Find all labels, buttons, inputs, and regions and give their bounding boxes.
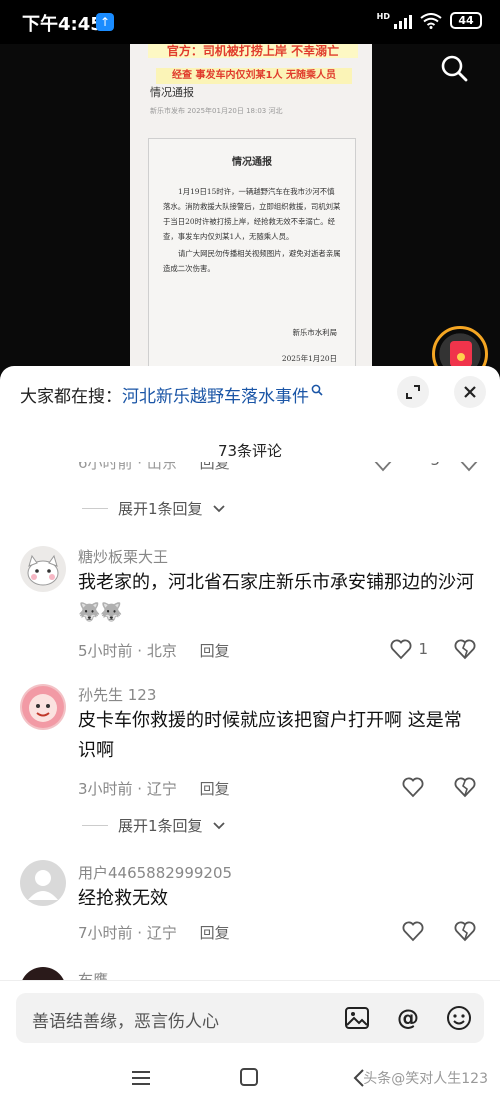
comment-text: 皮卡车你救援的时候就应该把窗户打开啊 这是常识啊 [78,710,462,761]
like-button[interactable]: 1 [390,638,428,660]
system-nav-bar: 头条@笑对人生123 [0,1060,500,1096]
comment-meta: 7小时前 · 辽宁 回复 [78,922,230,943]
comment-meta: 5小时前 · 北京 回复 [78,640,230,661]
doc-headline: 官方：司机被打捞上岸 不幸溺亡 [148,44,358,58]
status-time: 下午4:45 [22,14,103,35]
svg-text:@: @ [397,1006,419,1031]
status-indicators: HD 44 [377,12,482,29]
comment-time-location: 3小时前 · 辽宁 [78,780,177,798]
broken-heart-icon [454,777,476,798]
comment-meta: 6小时前 · 山东 回复 5 [78,462,480,476]
comment-meta: 3小时前 · 辽宁 回复 [78,778,230,799]
search-icon[interactable] [440,54,468,82]
comment-count: 73条评论 [217,442,283,460]
expand-replies-label: 展开1条回复 [118,817,203,835]
home-icon[interactable] [240,1068,258,1086]
broken-heart-icon [454,639,476,660]
expand-replies-button[interactable]: 展开1条回复 [82,815,225,836]
doc-card-title: 情况通报 [232,157,272,168]
comment-username[interactable]: 糖炒板栗大王 [78,546,168,567]
close-button[interactable] [454,376,486,408]
doc-date: 2025年1月20日 [281,354,337,363]
comment-username[interactable]: 用户4465882999205 [78,862,232,883]
chevron-down-icon [212,504,225,512]
heart-icon [402,777,424,798]
dislike-button[interactable] [454,920,476,942]
video-frame-document: 官方：司机被打捞上岸 不幸溺亡 经查 事发车内仅刘某1人 无随乘人员 情况通报 … [130,44,372,374]
search-icon [311,384,323,396]
doc-title: 情况通报 [150,86,194,99]
heart-icon [402,921,424,942]
hot-search-prefix: 大家都在搜： [20,386,122,407]
comment-text: 经抢救无效 [78,888,168,909]
heart-icon [390,639,412,660]
like-count: 1 [418,640,428,658]
video-player[interactable]: 官方：司机被打捞上岸 不幸溺亡 经查 事发车内仅刘某1人 无随乘人员 情况通报 … [0,44,500,374]
comment-username[interactable]: 孙先生 123 [78,684,156,705]
dislike-button[interactable] [454,776,476,798]
expand-button[interactable] [397,376,429,408]
comment-input[interactable]: 善语结善缘，恶言伤人心 @ [16,993,484,1043]
default-user-icon [28,870,58,900]
hd-indicator: HD [376,12,390,21]
wifi-icon [420,12,442,29]
expand-replies-label: 展开1条回复 [118,500,203,518]
chevron-down-icon [212,821,225,829]
doc-signer: 新乐市水利局 [292,328,337,337]
reply-button[interactable]: 回复 [200,642,230,660]
comment-time-location: 7小时前 · 辽宁 [78,924,177,942]
signal-icon [394,13,412,29]
battery-icon: 44 [450,12,482,29]
broken-heart-icon [454,921,476,942]
avatar[interactable] [20,684,66,730]
like-button[interactable] [372,462,418,472]
comment-sheet: 大家都在搜： 河北新乐越野车落水事件 73条评论 6小时前 · 山东 回复 展开… [0,366,500,1096]
avatar[interactable] [20,860,66,906]
doc-notice-card: 情况通报 1月19日15时许，一辆越野汽车在我市沙河不慎落水。消防救援大队接警后… [148,138,356,374]
dislike-icon[interactable] [458,462,480,472]
recent-apps-icon[interactable] [130,1068,152,1088]
hot-search-link[interactable]: 河北新乐越野车落水事件 [122,382,309,407]
doc-paragraph: 1月19日15时许，一辆越野汽车在我市沙河不慎落水。消防救援大队接警后，立即组织… [163,187,341,241]
comment-time-location: 5小时前 · 北京 [78,642,177,660]
cartoon-avatar-icon [22,686,64,728]
dislike-button[interactable] [454,638,476,660]
upload-notification-icon: ↑ [96,13,114,31]
reply-button[interactable]: 回复 [200,924,230,942]
expand-icon [406,385,420,399]
image-icon[interactable] [342,1003,372,1033]
comment-time-location: 6小时前 · 山东 [78,462,177,472]
like-count: 5 [430,462,440,469]
reply-button[interactable]: 回复 [200,462,230,472]
comment-text: 我老家的，河北省石家庄新乐市承安铺那边的沙河🐺🐺 [78,572,474,623]
like-button[interactable] [402,776,424,798]
avatar[interactable] [20,546,66,592]
mention-icon[interactable]: @ [393,1003,423,1033]
doc-paragraph: 请广大网民勿传播相关视频图片，避免对逝者亲属造成二次伤害。 [163,249,341,273]
expand-replies-button[interactable]: 展开1条回复 [82,498,225,519]
doc-subheadline: 经查 事发车内仅刘某1人 无随乘人员 [156,68,352,84]
status-bar: 下午4:45 ↑ HD 44 [0,0,500,44]
close-icon [464,386,476,398]
reply-button[interactable]: 回复 [200,780,230,798]
watermark: 头条@笑对人生123 [363,1071,488,1087]
comment-list[interactable]: 6小时前 · 山东 回复 5 展开1条回复 [0,462,500,982]
cat-avatar-icon [27,554,59,586]
emoji-icon[interactable] [444,1003,474,1033]
comment-input-placeholder: 善语结善缘，恶言伤人心 [32,1012,219,1032]
doc-meta: 新乐市发布 2025年01月20日 18:03 河北 [150,107,283,115]
like-button[interactable] [402,920,424,942]
